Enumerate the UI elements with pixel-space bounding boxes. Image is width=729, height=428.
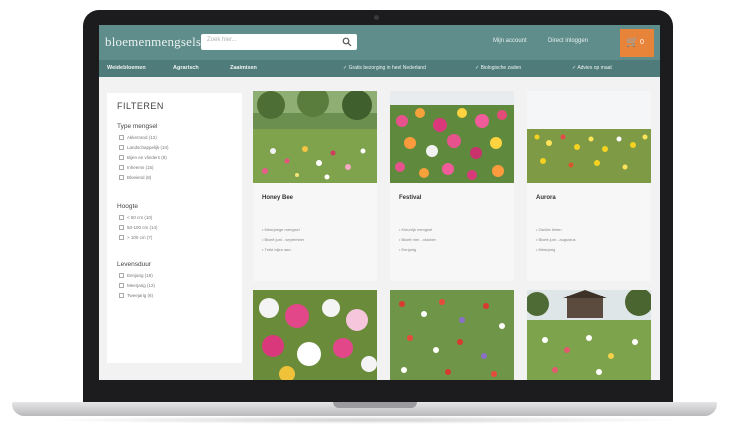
- product-bullet: • Meerjarig: [536, 247, 556, 252]
- filter-option[interactable]: Akkerrand (12): [119, 135, 157, 141]
- category-nav: Weidebloemen Agrarisch Zaaimixen ✓ Grati…: [99, 60, 660, 77]
- site-header: bloemenmengsels Zoek hier... Mijn accoun…: [99, 25, 660, 60]
- product-bullet: • Bloeit juni - augustus: [536, 237, 576, 242]
- filter-option[interactable]: Landschappelijk (10): [119, 145, 169, 151]
- filter-option[interactable]: Eenjarig (18): [119, 273, 153, 279]
- cart-count: 0: [640, 39, 644, 46]
- filter-group-lifespan: Levensduur: [117, 261, 151, 268]
- product-image[interactable]: [390, 91, 514, 183]
- product-image[interactable]: [527, 290, 651, 380]
- product-bullet: • Meerjarige mengsel: [262, 227, 300, 232]
- product-card[interactable]: [527, 290, 651, 380]
- laptop-screen: bloemenmengsels Zoek hier... Mijn accoun…: [99, 25, 660, 380]
- filter-option[interactable]: Bijen en vlinders (8): [119, 155, 167, 161]
- product-name[interactable]: Honey Bee: [262, 195, 293, 201]
- filter-option[interactable]: 50-100 cm (14): [119, 225, 158, 231]
- filter-option[interactable]: Bloeiend (8): [119, 175, 151, 181]
- product-image[interactable]: [253, 290, 377, 380]
- search-input[interactable]: Zoek hier...: [201, 34, 357, 50]
- filter-sidebar: FILTEREN Type mengsel Akkerrand (12) Lan…: [107, 93, 242, 363]
- filter-option[interactable]: < 50 cm (10): [119, 215, 152, 221]
- usp-3-label: Advies op maat: [577, 65, 612, 71]
- webcam: [374, 15, 379, 20]
- product-image[interactable]: [390, 290, 514, 380]
- filter-option[interactable]: Tweejarig (6): [119, 293, 153, 299]
- search-placeholder: Zoek hier...: [207, 37, 237, 43]
- search-icon[interactable]: [342, 37, 352, 47]
- filter-option[interactable]: Inheems (15): [119, 165, 154, 171]
- filter-group-type: Type mengsel: [117, 123, 158, 130]
- account-link[interactable]: Mijn account: [493, 38, 527, 44]
- filter-title: FILTEREN: [117, 101, 164, 111]
- laptop-notch: [333, 402, 417, 408]
- product-bullet: • Kleurrijk mengsel: [399, 227, 433, 232]
- product-card-festival[interactable]: Festival • Kleurrijk mengsel • Bloeit me…: [390, 91, 514, 281]
- laptop-shadow: [40, 416, 690, 424]
- product-bullet: • Trekt bijen aan: [262, 247, 291, 252]
- usp-3: ✓ Advies op maat: [572, 65, 612, 71]
- cart-icon: 🛒: [626, 37, 639, 48]
- product-name[interactable]: Aurora: [536, 195, 556, 201]
- filter-option[interactable]: > 100 cm (7): [119, 235, 152, 241]
- product-card[interactable]: [390, 290, 514, 380]
- site-logo[interactable]: bloemenmengsels: [105, 34, 201, 50]
- product-bullet: • Zachte tinten: [536, 227, 562, 232]
- product-card-aurora[interactable]: Aurora • Zachte tinten • Bloeit juni - a…: [527, 91, 651, 281]
- product-bullet: • Bloeit mei - oktober: [399, 237, 436, 242]
- nav-item-weidebloemen[interactable]: Weidebloemen: [107, 65, 146, 71]
- product-card[interactable]: [253, 290, 377, 380]
- nav-item-agrarisch[interactable]: Agrarisch: [173, 65, 199, 71]
- product-name[interactable]: Festival: [399, 195, 421, 201]
- filter-group-height: Hoogte: [117, 203, 138, 210]
- login-link[interactable]: Direct inloggen: [548, 38, 588, 44]
- product-bullet: • Eenjarig: [399, 247, 417, 252]
- laptop-mockup: bloemenmengsels Zoek hier... Mijn accoun…: [0, 0, 729, 428]
- cart-button[interactable]: 🛒 0: [620, 29, 654, 57]
- product-image[interactable]: [253, 91, 377, 183]
- usp-2-label: Biologische zaden: [480, 65, 522, 71]
- nav-item-zaaimixen[interactable]: Zaaimixen: [230, 65, 257, 71]
- filter-option[interactable]: Meerjarig (12): [119, 283, 155, 289]
- usp-2: ✓ Biologische zaden: [475, 65, 522, 71]
- product-card-honey-bee[interactable]: Honey Bee • Meerjarige mengsel • Bloeit …: [253, 91, 377, 281]
- product-bullet: • Bloeit juni - september: [262, 237, 305, 242]
- usp-1-label: Gratis bezorging in heel Nederland: [348, 65, 426, 71]
- product-image[interactable]: [527, 91, 651, 183]
- usp-1: ✓ Gratis bezorging in heel Nederland: [343, 65, 426, 71]
